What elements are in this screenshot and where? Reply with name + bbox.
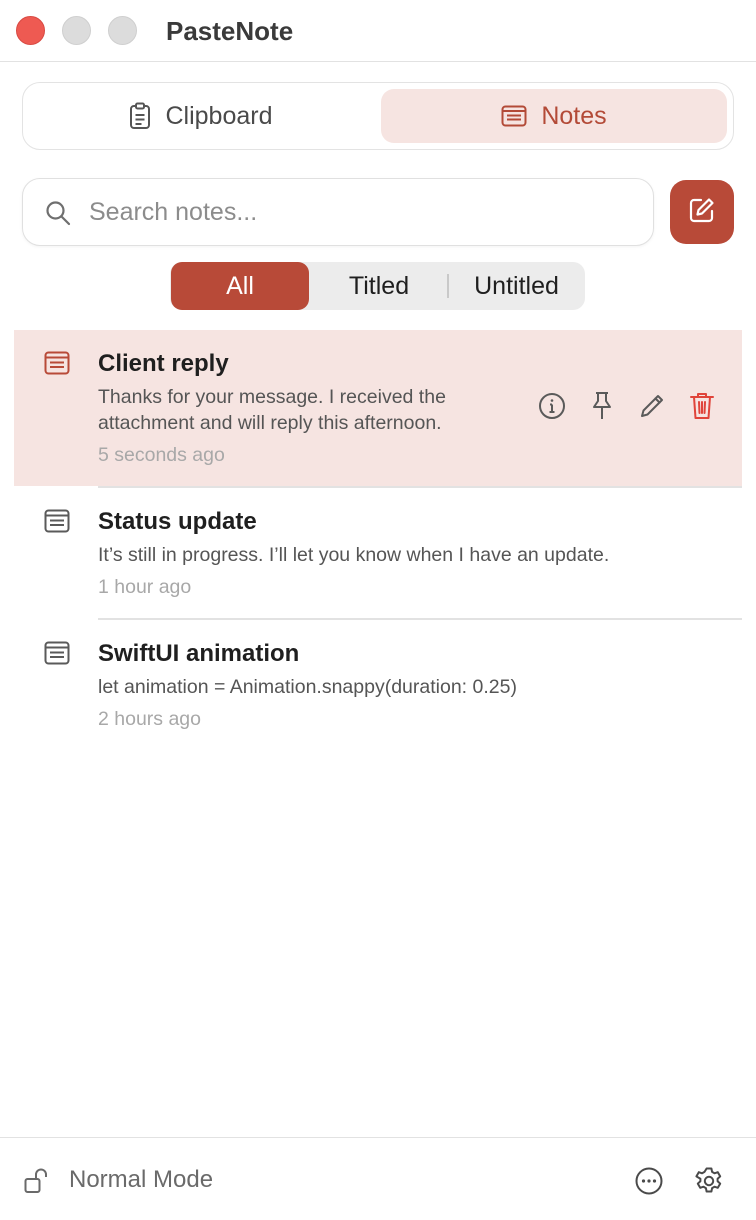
clipboard-icon: [129, 102, 151, 130]
tab-clipboard[interactable]: Clipboard: [29, 89, 373, 143]
window-minimize-button[interactable]: [62, 16, 91, 45]
tab-notes-label: Notes: [541, 101, 607, 130]
note-list-item[interactable]: Status update It’s still in progress. I’…: [14, 488, 742, 620]
search-box: [22, 178, 654, 246]
app-window: PasteNote Clipboard Notes Search notes..…: [0, 0, 756, 1220]
info-icon: [538, 392, 566, 425]
note-icon: [44, 641, 70, 670]
note-actions: [536, 391, 726, 426]
compose-icon: [688, 196, 716, 229]
new-note-button[interactable]: [670, 180, 734, 244]
note-title: Client reply: [98, 350, 229, 377]
delete-button[interactable]: [686, 392, 718, 424]
ellipsis-circle-icon[interactable]: [634, 1166, 664, 1201]
filter-untitled[interactable]: Untitled: [448, 262, 585, 310]
mode-label: Normal Mode: [69, 1166, 214, 1193]
note-preview: Thanks for your message. I received the …: [98, 386, 446, 434]
note-icon: [44, 509, 70, 538]
gear-icon[interactable]: [694, 1166, 724, 1201]
note-list-item[interactable]: SwiftUI animation let animation = Animat…: [14, 620, 742, 750]
search-icon: [45, 200, 71, 231]
tab-notes[interactable]: Notes: [381, 89, 727, 143]
note-timestamp: 1 hour ago: [98, 576, 192, 598]
filter-titled[interactable]: Titled: [310, 262, 448, 310]
edit-button[interactable]: [636, 392, 668, 424]
note-title: Status update: [98, 508, 257, 535]
note-preview: let animation = Animation.snappy(duratio…: [98, 676, 517, 698]
note-preview: It’s still in progress. I’ll let you kno…: [98, 544, 610, 566]
footer-bar: Normal Mode: [0, 1137, 756, 1220]
window-close-button[interactable]: [16, 16, 45, 45]
pin-button[interactable]: [586, 391, 618, 426]
note-timestamp: 2 hours ago: [98, 708, 201, 730]
pin-icon: [590, 391, 614, 426]
pencil-icon: [639, 393, 665, 424]
unlock-icon[interactable]: [24, 1168, 52, 1199]
main-tab-bar: Clipboard Notes: [22, 82, 734, 150]
search-input[interactable]: [89, 189, 639, 235]
note-list-item[interactable]: Client reply Thanks for your message. I …: [14, 330, 742, 488]
filter-segmented-control: All Titled Untitled: [170, 262, 585, 310]
info-button[interactable]: [536, 392, 568, 424]
note-timestamp: 5 seconds ago: [98, 444, 225, 466]
filter-all[interactable]: All: [171, 262, 309, 310]
tab-clipboard-label: Clipboard: [165, 101, 273, 130]
title-bar: PasteNote: [0, 0, 756, 62]
trash-icon: [689, 391, 715, 426]
note-icon: [44, 351, 70, 380]
window-zoom-button[interactable]: [108, 16, 137, 45]
app-title: PasteNote: [166, 16, 294, 46]
note-icon: [501, 105, 527, 127]
note-title: SwiftUI animation: [98, 640, 300, 667]
